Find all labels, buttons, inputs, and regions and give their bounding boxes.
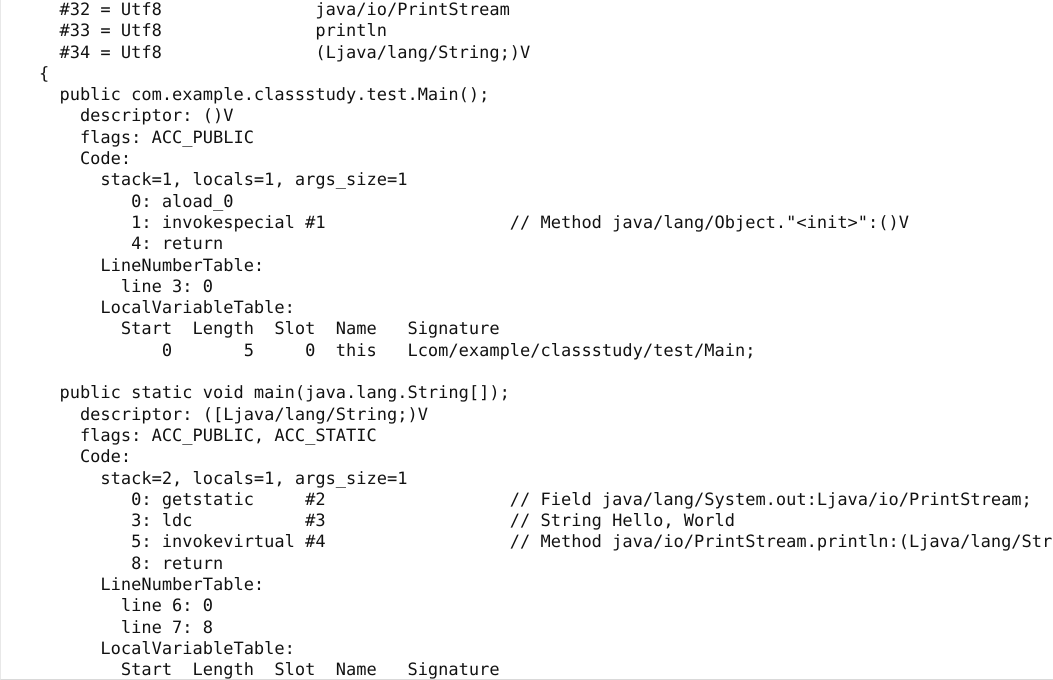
code-line: #32 = Utf8 java/io/PrintStream <box>39 0 510 20</box>
code-line: { <box>39 63 50 84</box>
code-line: descriptor: ([Ljava/lang/String;)V <box>39 404 428 425</box>
code-line: line 6: 0 <box>39 596 213 617</box>
code-line: LocalVariableTable: <box>39 298 295 319</box>
code-line: Code: <box>39 149 132 170</box>
javap-disassembly-text[interactable]: #32 = Utf8 java/io/PrintStream #33 = Utf… <box>1 0 1053 680</box>
code-line: 5: invokevirtual #4 // Method java/io/Pr… <box>39 532 1053 553</box>
code-line: Code: <box>39 447 132 468</box>
code-line: Start Length Slot Name Signature <box>39 660 500 680</box>
code-line: LineNumberTable: <box>39 255 265 276</box>
code-line: 0: getstatic #2 // Field java/lang/Syste… <box>39 489 1032 510</box>
code-line: line 7: 8 <box>39 617 213 638</box>
code-line: flags: ACC_PUBLIC <box>39 127 254 148</box>
code-listing-viewport[interactable]: #32 = Utf8 java/io/PrintStream #33 = Utf… <box>0 0 1053 680</box>
code-line: stack=1, locals=1, args_size=1 <box>39 170 408 191</box>
code-line: 0 5 0 this Lcom/example/classstudy/test/… <box>39 340 756 361</box>
code-line: LineNumberTable: <box>39 575 265 596</box>
code-line: stack=2, locals=1, args_size=1 <box>39 468 408 489</box>
code-line: 3: ldc #3 // String Hello, World <box>39 511 735 532</box>
code-line: #33 = Utf8 println <box>39 21 387 42</box>
code-line: 1: invokespecial #1 // Method java/lang/… <box>39 212 909 233</box>
code-line: flags: ACC_PUBLIC, ACC_STATIC <box>39 425 377 446</box>
code-line: descriptor: ()V <box>39 106 234 127</box>
code-line: #34 = Utf8 (Ljava/lang/String;)V <box>39 42 531 63</box>
code-line: Start Length Slot Name Signature <box>39 319 500 340</box>
code-line: 0: aload_0 <box>39 191 234 212</box>
code-line: 8: return <box>39 553 224 574</box>
code-line: public static void main(java.lang.String… <box>39 383 510 404</box>
code-line: 4: return <box>39 234 224 255</box>
code-line: public com.example.classstudy.test.Main(… <box>39 85 490 106</box>
code-line: LocalVariableTable: <box>39 638 295 659</box>
code-line: line 3: 0 <box>39 276 213 297</box>
